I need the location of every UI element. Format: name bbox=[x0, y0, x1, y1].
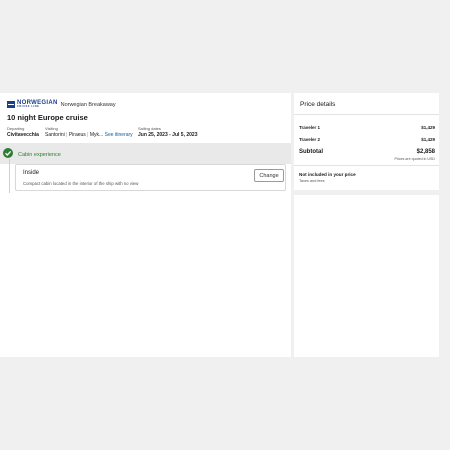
not-included-item: Taxes and fees bbox=[299, 179, 325, 183]
port-item: Piraeus bbox=[68, 132, 86, 138]
cruise-title: 10 night Europe cruise bbox=[7, 113, 88, 122]
ncl-logo-sub: CRUISE LINE bbox=[17, 105, 40, 109]
port-item: Myk... bbox=[89, 132, 104, 138]
step-connector-line bbox=[9, 159, 10, 193]
traveler-label: Traveler 2 bbox=[299, 137, 321, 142]
traveler-label: Traveler 1 bbox=[299, 125, 321, 130]
cabin-experience-label: Cabin experience bbox=[18, 152, 61, 158]
departing-label: Departing bbox=[7, 126, 25, 131]
not-included-title: Not included in your price bbox=[299, 172, 356, 177]
currency-note: Prices are quoted in USD bbox=[394, 157, 435, 161]
traveler-row: Traveler 2 $1,429 bbox=[299, 137, 435, 142]
price-details-panel: Price details Traveler 1 $1,429 Traveler… bbox=[294, 93, 439, 357]
traveler-amount: $1,429 bbox=[421, 137, 435, 142]
departing-value: Civitavecchia bbox=[7, 132, 39, 138]
change-cabin-button[interactable]: Change bbox=[254, 169, 284, 182]
booking-summary-panel: NORWEGIAN CRUISE LINE Norwegian Breakawa… bbox=[0, 93, 291, 357]
traveler-amount: $1,429 bbox=[421, 125, 435, 130]
price-details-title: Price details bbox=[300, 101, 336, 108]
cabin-description: Compact cabin located in the interior of… bbox=[23, 181, 139, 186]
sailing-dates-value: Jun 25, 2023 - Jul 5, 2023 bbox=[138, 132, 198, 138]
ncl-logo: NORWEGIAN CRUISE LINE bbox=[7, 100, 58, 109]
port-item: Santorini bbox=[45, 132, 65, 138]
cabin-name: Inside bbox=[23, 170, 40, 176]
see-itinerary-link[interactable]: See itinerary bbox=[105, 132, 133, 138]
visiting-label: Visiting bbox=[45, 126, 58, 131]
checkmark-icon bbox=[3, 148, 13, 158]
ncl-logo-mark bbox=[7, 101, 15, 108]
divider bbox=[294, 165, 439, 166]
visiting-ports: Santorini | Piraeus | Myk... See itinera… bbox=[45, 132, 133, 138]
traveler-row: Traveler 1 $1,429 bbox=[299, 125, 435, 130]
sailing-dates-label: Sailing dates bbox=[138, 126, 161, 131]
brand-row: NORWEGIAN CRUISE LINE Norwegian Breakawa… bbox=[7, 100, 116, 109]
section-separator bbox=[294, 190, 439, 195]
cabin-card: Inside Compact cabin located in the inte… bbox=[15, 164, 286, 191]
subtotal-row: Subtotal $2,858 bbox=[299, 149, 435, 155]
ship-name: Norwegian Breakaway bbox=[60, 101, 116, 108]
subtotal-label: Subtotal bbox=[299, 149, 323, 155]
divider bbox=[294, 114, 439, 115]
subtotal-amount: $2,858 bbox=[416, 149, 435, 155]
